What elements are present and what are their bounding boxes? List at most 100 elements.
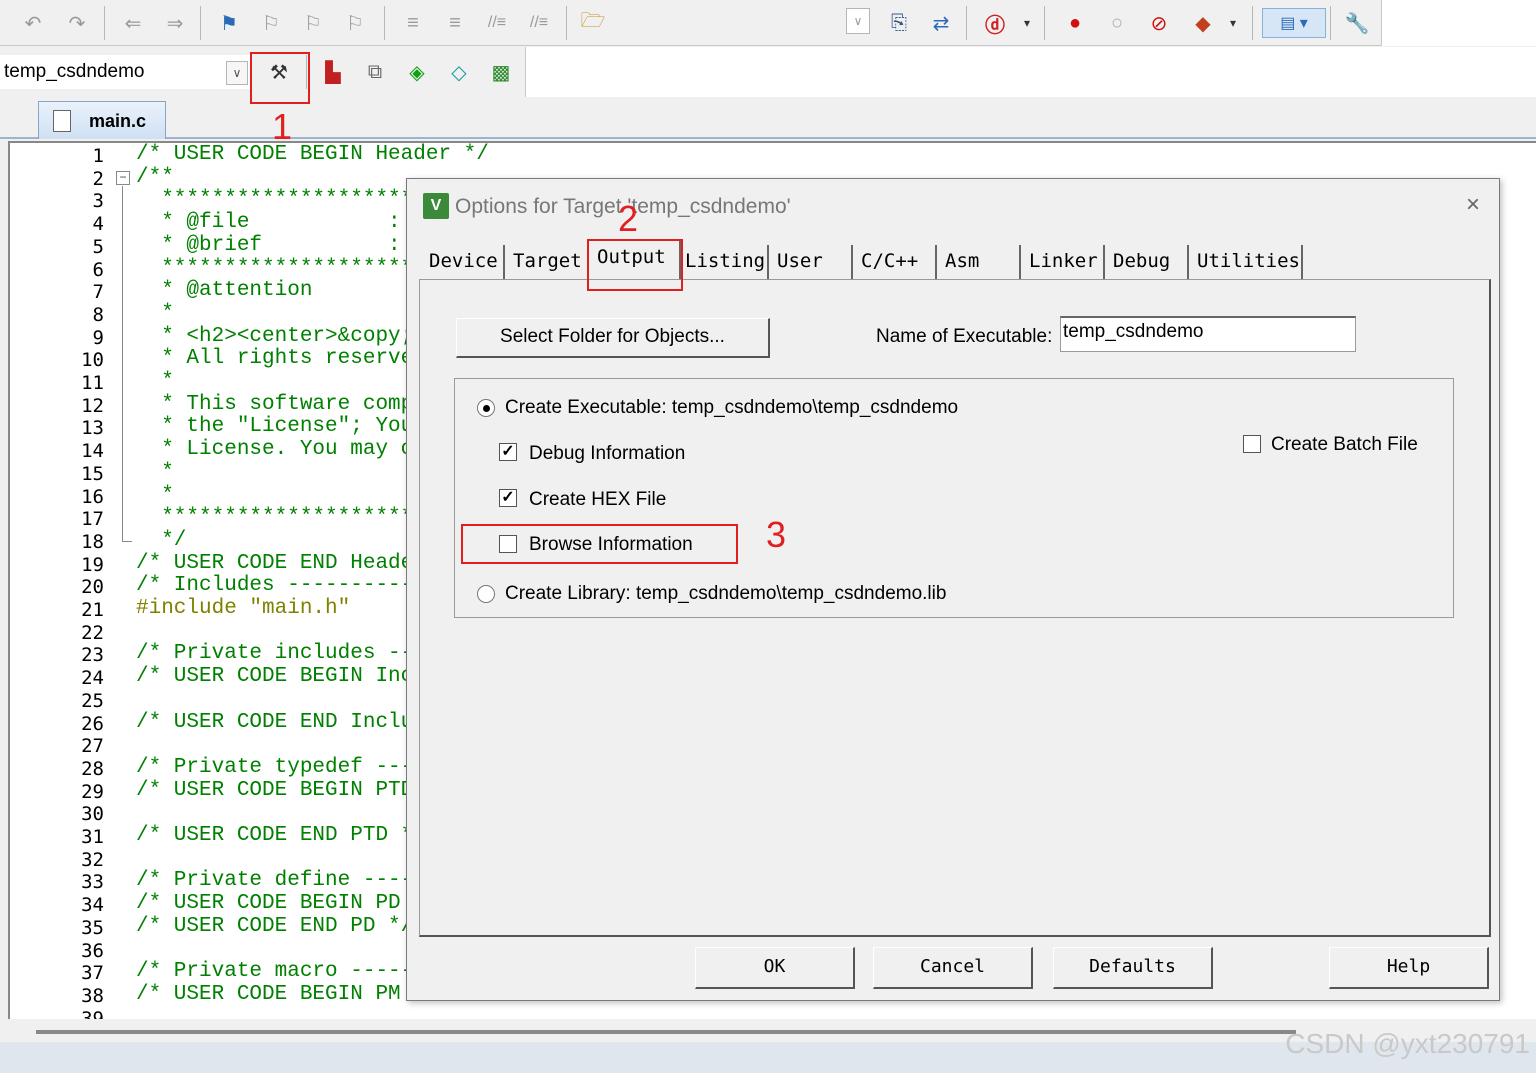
code-line: /* Private macro ----- [136, 960, 414, 984]
tab-main-c[interactable]: main.c [38, 101, 166, 139]
nav-forward-icon[interactable]: ⇒ [160, 8, 190, 38]
close-icon[interactable]: × [1459, 191, 1487, 219]
code-line: /* Includes ---------- [136, 574, 414, 598]
undo-icon[interactable]: ↶ [18, 8, 48, 38]
code-line: /* USER CODE END PD */ [136, 914, 414, 938]
select-folder-button[interactable]: Select Folder for Objects... [456, 318, 770, 358]
target-select-value: temp_csdndemo [4, 61, 145, 82]
find-in-files-icon[interactable]: 🗁 [578, 8, 608, 38]
output-tab-panel: Select Folder for Objects... Name of Exe… [419, 279, 1491, 937]
cancel-button[interactable]: Cancel [873, 947, 1033, 989]
line-number: 27 [81, 735, 104, 758]
toolbar-separator [200, 6, 201, 40]
line-number: 22 [81, 621, 104, 644]
tab-target[interactable]: Target [505, 245, 589, 279]
incremental-find-icon[interactable]: ⇄ [926, 8, 956, 38]
next-bookmark-icon[interactable]: ⚐ [298, 8, 328, 38]
tab-linker[interactable]: Linker [1021, 245, 1105, 279]
line-number: 36 [81, 939, 104, 962]
code-line: /* Private typedef --- [136, 755, 414, 779]
select-packs-icon[interactable]: ⧉ [360, 57, 390, 87]
tab-label: main.c [89, 111, 147, 131]
runtime-environment-icon[interactable]: ◇ [444, 57, 474, 87]
tab-c-cpp[interactable]: C/C++ [853, 245, 937, 279]
clear-bookmarks-icon[interactable]: ⚐ [340, 8, 370, 38]
kill-breakpoints-icon[interactable]: ⊘ [1144, 8, 1174, 38]
line-number: 21 [81, 599, 104, 621]
ok-button[interactable]: OK [695, 947, 855, 989]
chevron-down-icon[interactable]: ▾ [1218, 8, 1248, 38]
line-number: 31 [81, 826, 104, 848]
code-line: #include "main.h" [136, 597, 351, 620]
debug-session-icon[interactable]: ⓓ [980, 8, 1010, 38]
pack-installer-icon[interactable]: ◈ [402, 57, 432, 87]
prev-bookmark-icon[interactable]: ⚐ [256, 8, 286, 38]
window-layout-icon[interactable]: ▤ ▾ [1262, 8, 1326, 38]
tab-debug[interactable]: Debug [1105, 245, 1189, 279]
fold-line-end [122, 541, 132, 542]
line-number: 16 [81, 485, 104, 508]
target-select[interactable]: temp_csdndemo ∨ [0, 55, 250, 89]
code-line: * All rights reserve [136, 347, 414, 371]
tab-utilities[interactable]: Utilities [1189, 245, 1303, 279]
line-number: 14 [81, 440, 104, 463]
code-line: /* USER CODE END Heade [136, 551, 414, 575]
manage-project-items-icon[interactable]: ▙ [318, 57, 348, 87]
horizontal-scrollbar[interactable] [36, 1030, 1296, 1034]
tab-listing[interactable]: Listing [681, 245, 769, 279]
toolbar-separator [384, 6, 385, 40]
line-number: 32 [81, 848, 104, 871]
disable-breakpoint-icon[interactable]: ○ [1102, 8, 1132, 38]
nav-back-icon[interactable]: ⇐ [118, 8, 148, 38]
create-batch-file-checkbox[interactable] [1243, 435, 1261, 453]
indent-icon[interactable]: ≡ [398, 8, 428, 38]
line-number: 11 [81, 372, 104, 394]
help-button[interactable]: Help [1329, 947, 1489, 989]
run-icon[interactable]: ◆ [1188, 8, 1218, 38]
uncomment-icon[interactable]: //≡ [524, 8, 554, 38]
chevron-down-icon[interactable]: ∨ [226, 61, 248, 85]
fold-toggle-icon[interactable]: − [116, 171, 130, 185]
name-of-executable-field[interactable]: temp_csdndemo [1060, 316, 1356, 352]
line-number: 1 [92, 145, 104, 167]
line-number: 33 [81, 871, 104, 894]
defaults-button[interactable]: Defaults [1053, 947, 1213, 989]
line-number: 19 [81, 553, 104, 576]
line-number: 38 [81, 984, 104, 1007]
line-number: 6 [92, 258, 104, 281]
code-line: /** [136, 165, 174, 189]
bookmark-icon[interactable]: ⚑ [214, 8, 244, 38]
code-line: * License. You may o [136, 438, 414, 462]
redo-icon[interactable]: ↷ [62, 8, 92, 38]
code-line: * @file : [136, 211, 414, 235]
code-line: /* USER CODE END PTD */ [136, 824, 426, 847]
chevron-down-icon[interactable]: ▾ [1012, 8, 1042, 38]
create-executable-label: Create Executable: temp_csdndemo\temp_cs… [505, 397, 959, 418]
create-hex-checkbox[interactable]: ✓ [499, 489, 517, 507]
create-executable-radio[interactable] [477, 399, 495, 417]
find-icon[interactable]: ⎘ [884, 8, 914, 38]
line-number: 30 [81, 803, 104, 826]
code-line: * This software comp [136, 392, 414, 416]
code-line: * @attention [136, 279, 313, 303]
unindent-icon[interactable]: ≡ [440, 8, 470, 38]
code-line: /* USER CODE BEGIN Header */ [136, 143, 489, 166]
tab-asm[interactable]: Asm [937, 245, 1021, 279]
configure-icon[interactable]: 🔧 [1342, 8, 1372, 38]
create-library-radio[interactable] [477, 585, 495, 603]
translate-icon[interactable]: ▩ [486, 57, 516, 87]
line-number: 4 [92, 213, 104, 236]
debug-information-checkbox[interactable]: ✓ [499, 443, 517, 461]
breakpoint-icon[interactable]: ● [1060, 8, 1090, 38]
find-dropdown-icon[interactable]: ∨ [846, 8, 870, 34]
tab-user[interactable]: User [769, 245, 853, 279]
annotation-number-2: 2 [618, 198, 639, 239]
uvision-window: { "toolbar": { "target_name": "temp_csdn… [0, 0, 1536, 1073]
watermark: CSDN @yxt230791 [1285, 1028, 1530, 1059]
tab-device[interactable]: Device [421, 245, 505, 279]
toolbar-background [1382, 0, 1536, 46]
code-line: /* USER CODE BEGIN PM [136, 982, 414, 1006]
comment-icon[interactable]: //≡ [482, 8, 512, 38]
line-number: 25 [81, 689, 104, 712]
annotation-number-3: 3 [766, 514, 787, 555]
